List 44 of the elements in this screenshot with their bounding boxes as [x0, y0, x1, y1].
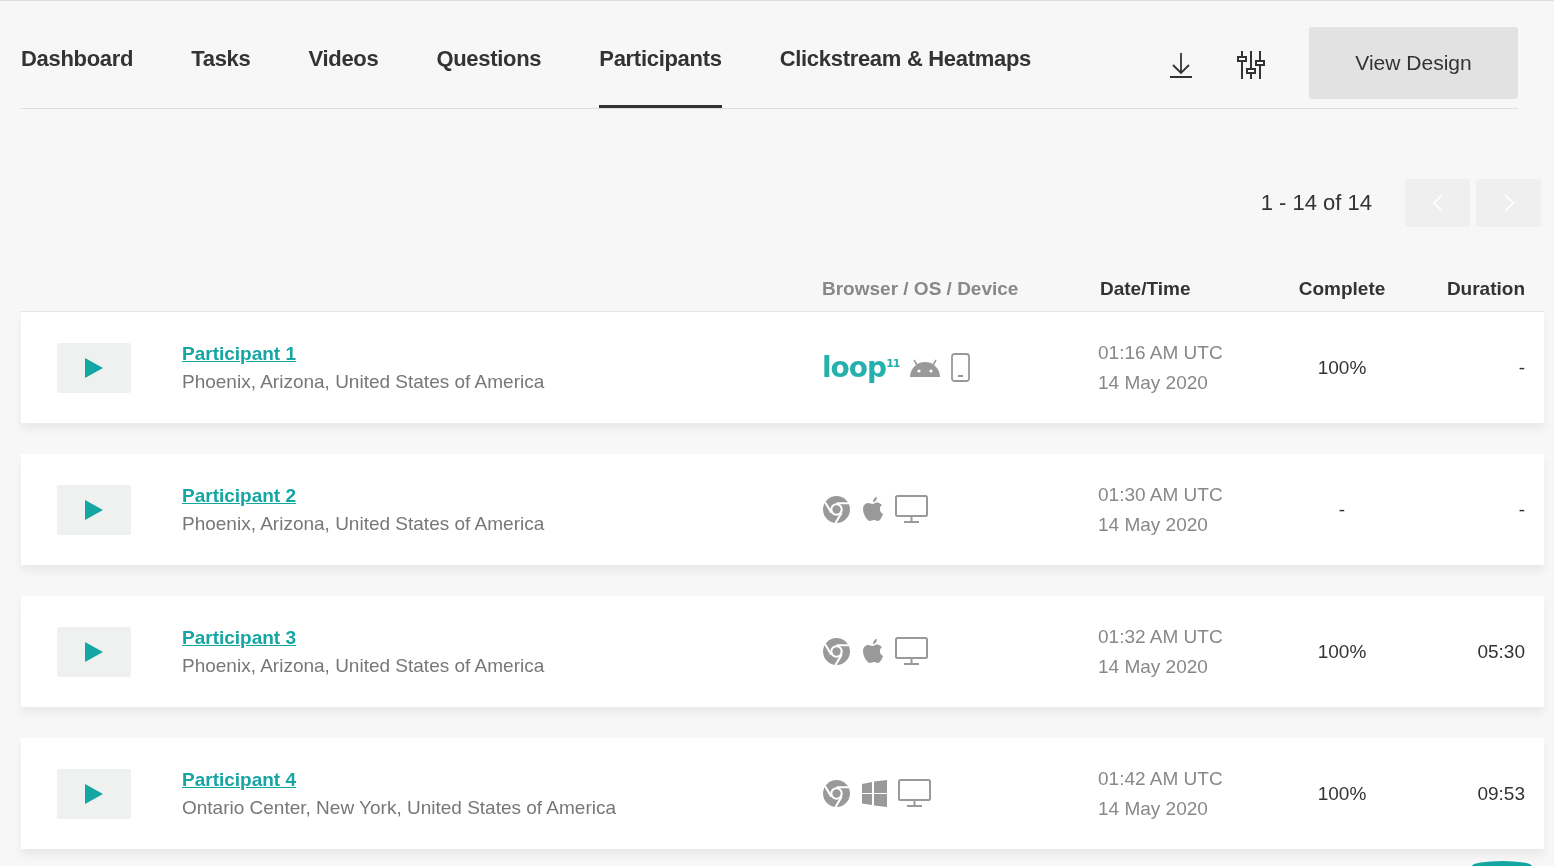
column-header: Duration [1445, 278, 1525, 300]
complete-value: 100% [1316, 356, 1368, 379]
column-header: Date/Time [1099, 278, 1192, 300]
date-text: 14 May 2020 [1098, 797, 1209, 820]
nav-tab[interactable]: Clickstream & Heatmaps [779, 1, 1032, 108]
play-icon [84, 356, 104, 379]
pagination-range: 1 - 14 of 14 [1260, 190, 1372, 216]
nav-tab[interactable]: Questions [436, 1, 542, 108]
time-text: 01:30 AM UTC [1098, 483, 1224, 506]
duration-value: - [1517, 356, 1525, 379]
play-button[interactable] [57, 342, 131, 393]
date-text: 14 May 2020 [1098, 513, 1209, 536]
time-text: 01:16 AM UTC [1098, 341, 1224, 364]
chat-button[interactable] [1472, 861, 1532, 866]
date-text: 14 May 2020 [1098, 655, 1209, 678]
play-button[interactable] [57, 626, 131, 677]
participant-location: Ontario Center, New York, United States of America [182, 796, 617, 819]
column-header: Browser / OS / Device [822, 278, 1020, 300]
nav-tab[interactable]: Videos [308, 1, 379, 108]
nav-tab[interactable]: Tasks [191, 1, 251, 108]
time-text: 01:42 AM UTC [1098, 767, 1224, 790]
complete-value: 100% [1316, 782, 1368, 805]
participant-location: Phoenix, Arizona, United States of America [182, 654, 545, 677]
nav-tab[interactable]: Participants [599, 1, 722, 108]
settings-icon[interactable] [1237, 49, 1265, 80]
play-icon [84, 782, 104, 805]
nav-tab[interactable]: Dashboard [21, 1, 134, 108]
play-icon [84, 498, 104, 521]
browser-logo: loop$^{11}$ [822, 351, 900, 384]
participant-location: Phoenix, Arizona, United States of America [182, 370, 545, 393]
download-icon[interactable] [1169, 51, 1193, 78]
play-button[interactable] [57, 768, 131, 819]
participant-location: Phoenix, Arizona, United States of America [182, 512, 545, 535]
column-header: Complete [1297, 278, 1387, 300]
complete-value: - [1337, 498, 1347, 521]
complete-value: 100% [1316, 640, 1368, 663]
play-icon [84, 640, 104, 663]
duration-value: - [1517, 498, 1525, 521]
time-text: 01:32 AM UTC [1098, 625, 1224, 648]
duration-value: 09:53 [1476, 782, 1525, 805]
date-text: 14 May 2020 [1098, 371, 1209, 394]
view-design-button[interactable]: View Design [1309, 26, 1518, 99]
play-button[interactable] [57, 484, 131, 535]
duration-value: 05:30 [1476, 640, 1525, 663]
